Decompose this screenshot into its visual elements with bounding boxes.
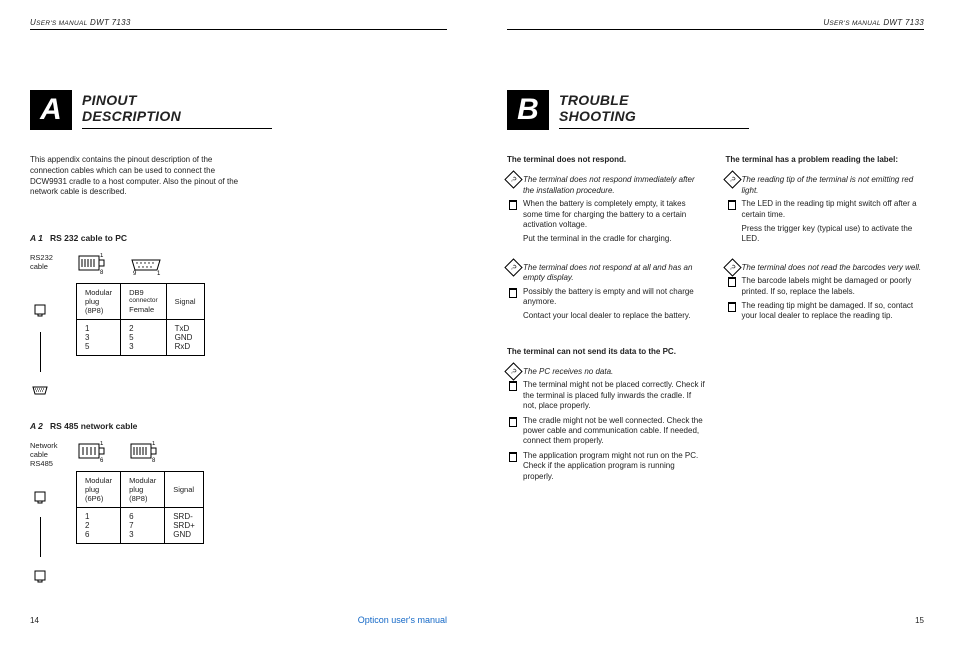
modular-plug-icon	[33, 303, 47, 317]
ts-question: The PC receives no data.	[507, 367, 706, 377]
table-row: 126 673 SRD-SRD+GND	[77, 508, 204, 544]
ts-answer: The application program might not run on…	[507, 451, 706, 482]
appendix-intro: This appendix contains the pinout descri…	[30, 155, 240, 198]
a2-connectors: 16 18	[76, 441, 204, 463]
db9-connector-icon	[32, 386, 48, 396]
appendix-letter-a: A	[30, 90, 72, 130]
modular-plug-icon	[33, 490, 47, 504]
ts-heading: The terminal does not respond.	[507, 155, 706, 165]
svg-text:8: 8	[152, 458, 156, 463]
a1-heading: A 1 RS 232 cable to PC	[30, 233, 447, 243]
page-number: 14	[30, 616, 39, 625]
appendix-head-a: A PINOUT DESCRIPTION	[30, 90, 447, 130]
ts-question: The terminal does not respond immediatel…	[507, 175, 706, 196]
a1-side-diagram	[30, 301, 50, 396]
ts-col-1: The terminal does not respond. The termi…	[507, 155, 706, 486]
ts-question: The terminal does not respond at all and…	[507, 263, 706, 284]
page-15: USER'S MANUAL DWT 7133 B TROUBLE SHOOTIN…	[477, 0, 954, 647]
running-header-right: USER'S MANUAL DWT 7133	[507, 18, 924, 30]
svg-text:6: 6	[100, 458, 104, 463]
ts-answer: Press the trigger key (typical use) to a…	[726, 224, 925, 245]
ts-answer: The cradle might not be well connected. …	[507, 416, 706, 447]
ts-answer: The LED in the reading tip might switch …	[726, 199, 925, 220]
ts-answer: When the battery is completely empty, it…	[507, 199, 706, 230]
svg-text:8: 8	[100, 270, 104, 275]
ts-question: The terminal does not read the barcodes …	[726, 263, 925, 273]
ts-answer: The barcode labels might be damaged or p…	[726, 276, 925, 297]
a2-cable-label: Network cable RS485	[30, 441, 66, 468]
troubleshooting-columns: The terminal does not respond. The termi…	[507, 155, 924, 486]
ts-question: The reading tip of the terminal is not e…	[726, 175, 925, 196]
db9-connector-icon: 91	[128, 257, 164, 275]
a1-pinout-table: Modularplug(8P8) DB9connectorFemale Sign…	[76, 283, 205, 356]
ts-heading: The terminal has a problem reading the l…	[726, 155, 925, 165]
modular-plug-icon	[33, 569, 47, 583]
a1-connectors: 18 91	[76, 253, 205, 275]
footer-link[interactable]: Opticon user's manual	[358, 615, 447, 625]
a2-side-diagram	[30, 488, 50, 583]
page-14: USER'S MANUAL User's manual DWT 7133DWT …	[0, 0, 477, 647]
a2-heading: A 2 RS 485 network cable	[30, 421, 447, 431]
running-header-left: USER'S MANUAL User's manual DWT 7133DWT …	[30, 18, 447, 30]
svg-text:1: 1	[100, 253, 104, 259]
svg-text:9: 9	[133, 271, 137, 275]
ts-answer: The terminal might not be placed correct…	[507, 380, 706, 411]
modular-plug-icon: 18	[76, 253, 108, 275]
modular-plug-icon: 16	[76, 441, 108, 463]
a2-pinout-table: Modularplug(6P6) Modularplug(8P8) Signal…	[76, 471, 204, 544]
ts-answer: Possibly the battery is empty and will n…	[507, 287, 706, 308]
a1-block: RS232 cable 18 91	[30, 253, 447, 396]
table-row: 135 253 TxDGNDRxD	[77, 320, 205, 356]
svg-text:1: 1	[152, 441, 156, 447]
appendix-letter-b: B	[507, 90, 549, 130]
ts-answer: Contact your local dealer to replace the…	[507, 311, 706, 321]
ts-heading: The terminal can not send its data to th…	[507, 347, 706, 357]
appendix-title-a: PINOUT DESCRIPTION	[82, 90, 272, 129]
page-number: 15	[915, 616, 924, 625]
modular-plug-icon: 18	[128, 441, 160, 463]
svg-text:1: 1	[100, 441, 104, 447]
a2-block: Network cable RS485 16 18	[30, 441, 447, 583]
svg-text:1: 1	[157, 271, 161, 275]
a1-cable-label: RS232 cable	[30, 253, 66, 271]
ts-col-2: The terminal has a problem reading the l…	[726, 155, 925, 486]
ts-answer: The reading tip might be damaged. If so,…	[726, 301, 925, 322]
appendix-title-b: TROUBLE SHOOTING	[559, 90, 749, 129]
ts-answer: Put the terminal in the cradle for charg…	[507, 234, 706, 244]
appendix-head-b: B TROUBLE SHOOTING	[507, 90, 924, 130]
